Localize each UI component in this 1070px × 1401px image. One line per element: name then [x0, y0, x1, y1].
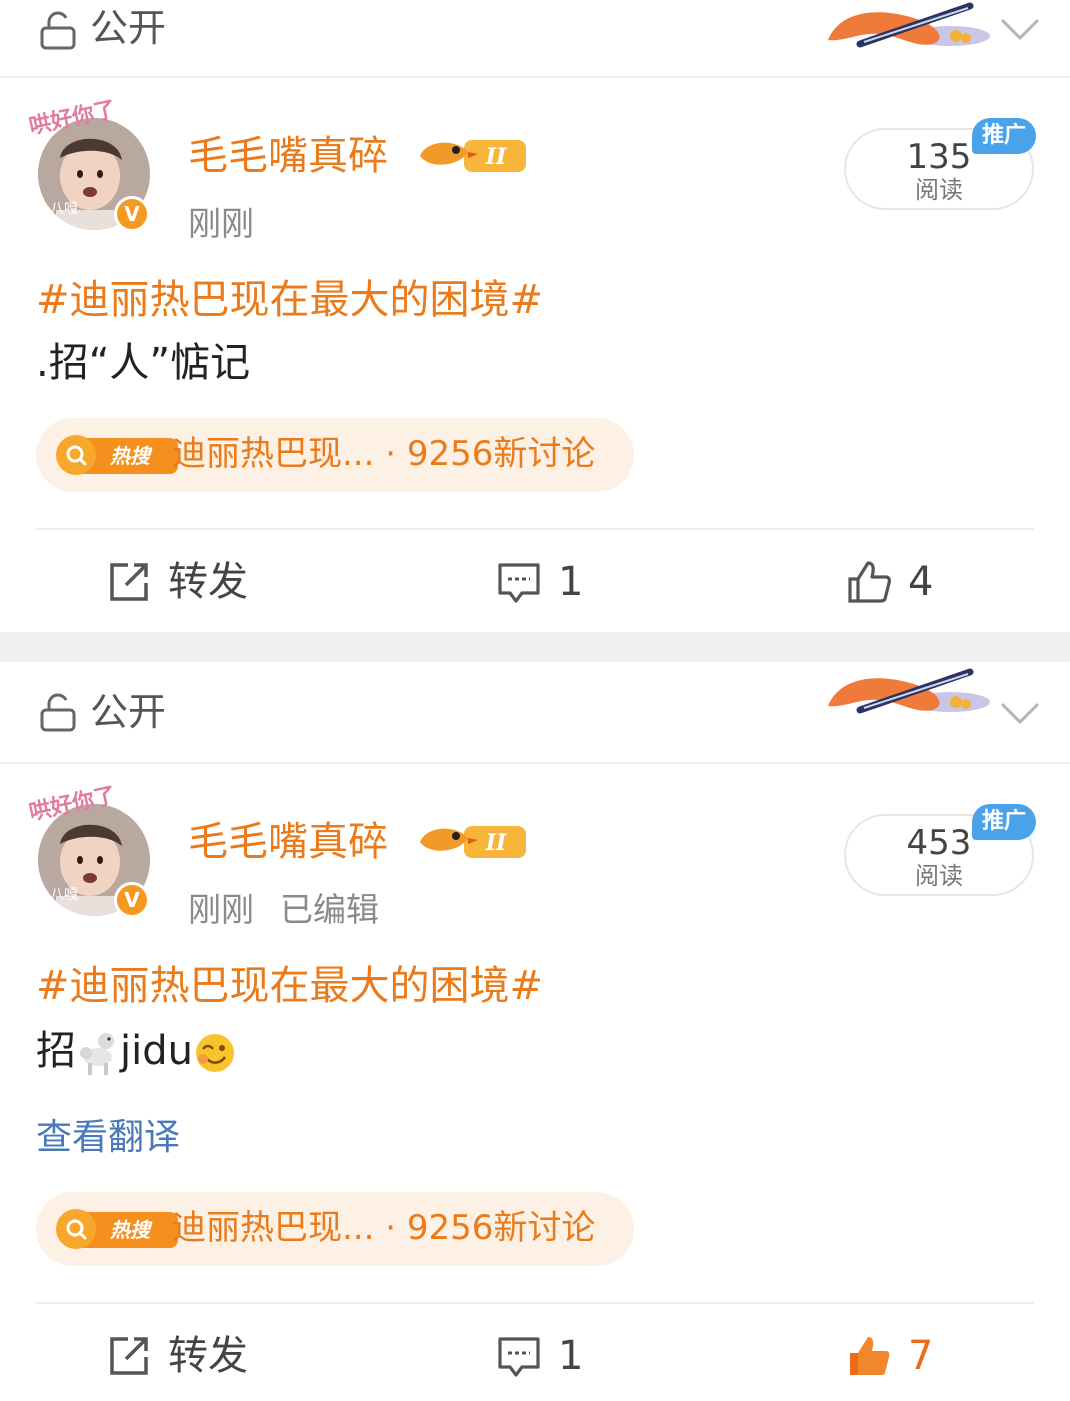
comment-icon: [498, 563, 540, 603]
topic-link[interactable]: #迪丽热巴现在最大的困境#: [36, 962, 543, 1010]
svg-text:热搜: 热搜: [109, 1218, 153, 1242]
fan-badge-icon: [828, 668, 990, 714]
like-count: 4: [908, 559, 934, 605]
hot-search-text: 迪丽热巴现... · 9256新讨论: [172, 1208, 596, 1248]
svg-text:II: II: [485, 144, 507, 170]
repost-button[interactable]: 转发: [106, 1332, 248, 1380]
post-card: 哄好你了 八嘎 V 毛毛嘴真碎 II 刚刚 已编辑 453 阅读 推广 #迪丽热巴…: [0, 766, 1070, 1401]
like-button[interactable]: 4: [846, 558, 933, 606]
promo-badge[interactable]: 推广: [972, 118, 1036, 154]
repost-label: 转发: [168, 1333, 248, 1379]
topic-link[interactable]: #迪丽热巴现在最大的困境#: [36, 276, 543, 324]
hot-search-icon: 热搜: [56, 1209, 178, 1249]
like-count: 7: [908, 1333, 934, 1379]
comment-button[interactable]: 1: [496, 558, 583, 606]
unlock-icon: [40, 693, 76, 732]
comment-icon: [498, 1337, 540, 1377]
avatar-tag: 八嘎: [50, 887, 78, 903]
repost-label: 转发: [168, 559, 248, 605]
post-time: 刚刚: [188, 204, 254, 243]
thumbs-up-liked-icon: [850, 1337, 890, 1375]
poodle-emoji-icon: [80, 1033, 114, 1075]
unlock-icon: [40, 11, 76, 50]
divider: [36, 1302, 1034, 1304]
post-time: 刚刚 已编辑: [188, 890, 379, 929]
hot-search-card[interactable]: 热搜 迪丽热巴现... · 9256新讨论: [36, 418, 634, 492]
comment-count: 1: [558, 559, 584, 605]
avatar-tag: 八嘎: [50, 201, 78, 217]
translate-link[interactable]: 查看翻译: [36, 1116, 180, 1160]
hot-search-text: 迪丽热巴现... · 9256新讨论: [172, 434, 596, 474]
avatar[interactable]: 哄好你了 八嘎 V: [27, 96, 160, 232]
verified-badge-icon: V: [114, 882, 150, 918]
avatar[interactable]: 哄好你了 八嘎 V: [27, 782, 160, 918]
level-badge-icon: II: [420, 140, 526, 172]
post-text: .招“人”惦记: [36, 340, 251, 386]
feed-separator: [0, 632, 1070, 662]
username[interactable]: 毛毛嘴真碎: [188, 132, 388, 180]
thumbs-up-icon: [848, 561, 891, 603]
chevron-down-icon[interactable]: [996, 8, 1044, 48]
chevron-down-icon[interactable]: [996, 692, 1044, 732]
divider: [36, 528, 1034, 530]
like-button[interactable]: 7: [846, 1332, 933, 1380]
post-card: 哄好你了 八嘎 V 毛毛嘴真碎 II 刚刚 135 阅读 推广 #迪丽热巴现在最…: [0, 80, 1070, 632]
svg-text:II: II: [485, 830, 507, 856]
hot-search-icon: 热搜: [56, 435, 178, 475]
hot-search-card[interactable]: 热搜 迪丽热巴现... · 9256新讨论: [36, 1192, 634, 1266]
privacy-bar: 公开: [0, 662, 1070, 764]
privacy-bar: 公开: [0, 0, 1070, 78]
wink-emoji-icon: [195, 1034, 234, 1072]
edited-label[interactable]: 已编辑: [280, 890, 379, 929]
promo-badge[interactable]: 推广: [972, 804, 1036, 840]
privacy-label[interactable]: 公开: [90, 4, 166, 52]
comment-count: 1: [558, 1333, 584, 1379]
level-badge-icon: II: [420, 826, 526, 858]
post-text: 招 jidu: [36, 1026, 237, 1077]
privacy-label[interactable]: 公开: [90, 688, 166, 736]
svg-text:热搜: 热搜: [109, 444, 153, 468]
username[interactable]: 毛毛嘴真碎: [188, 818, 388, 866]
verified-badge-icon: V: [114, 196, 150, 232]
fan-badge-icon: [828, 2, 990, 48]
repost-icon: [110, 1337, 148, 1375]
comment-button[interactable]: 1: [496, 1332, 583, 1380]
repost-button[interactable]: 转发: [106, 558, 248, 606]
repost-icon: [110, 563, 148, 601]
